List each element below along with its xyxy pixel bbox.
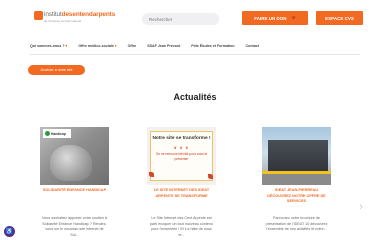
logo-mark-icon [34, 11, 43, 20]
accessibility-button[interactable]: ♿ [4, 226, 15, 237]
main-nav: Qui sommes-nous ? ▾ Offre médico-sociale ▾… [30, 42, 259, 50]
news-card[interactable]: Handicap SOLIDARITÉ ENFANCE HANDICAP Vou… [40, 127, 109, 240]
accessibility-icon: ♿ [5, 229, 14, 235]
nav-divider [30, 54, 360, 55]
nav-item-about[interactable]: Qui sommes-nous ? ▾ [30, 42, 67, 50]
chevron-down-icon: ▾ [65, 44, 68, 48]
logo-text: institutdesentendarpents [44, 11, 116, 18]
news-card-title[interactable]: LE SITE INTERNET DES IDEAT ARPENTS SE TR… [149, 188, 214, 199]
news-card-image[interactable]: Notre site se transforme ! ❦ ❦ ❦ On se r… [147, 127, 216, 185]
news-card-image[interactable]: Handicap [40, 127, 109, 185]
news-card[interactable]: Notre site se transforme ! ❦ ❦ ❦ On se r… [147, 127, 216, 240]
announcement-headline: Notre site se transforme ! [152, 136, 211, 141]
hands-photo [50, 145, 92, 181]
access-site-button[interactable]: Accéder à notre site [28, 65, 85, 75]
heart-icon: ♥ [291, 14, 296, 22]
news-card[interactable]: IDEAT JEAN-PIERREAU DÉCOUVREZ NOTRE OFFR… [262, 127, 331, 240]
news-card-title[interactable]: SOLIDARITÉ ENFANCE HANDICAP [42, 188, 107, 194]
nav-item-offer[interactable]: Offre [128, 42, 137, 50]
badge-logo-icon [45, 131, 50, 136]
building-photo [268, 140, 328, 174]
search-input[interactable] [142, 13, 219, 25]
leaf-icon [149, 172, 154, 177]
donate-button-label: FAIRE UN DON [254, 15, 287, 21]
news-card-excerpt: Le Site Internet des Cent Arpents est pa… [149, 216, 214, 238]
carousel-next-arrow-icon[interactable]: › [357, 200, 365, 214]
site-header: institutdesentendarpents de Toulouse à l… [0, 0, 390, 36]
logo-tagline: de Toulouse à l'international [44, 19, 82, 23]
chevron-down-icon: ▾ [114, 44, 117, 48]
nav-item-medico-social[interactable]: Offre médico-sociale ▾ [78, 42, 116, 50]
news-card-image[interactable] [262, 127, 331, 185]
handicap-badge: Handicap [43, 129, 71, 138]
announcement-subtext: On se retrouve bientôt pour vous le prés… [155, 152, 208, 161]
decorative-leaves-icon: ❦ ❦ ❦ [173, 146, 190, 150]
section-title: Actualités [173, 92, 217, 102]
nav-item-ssaf[interactable]: SSAF Jean Prévost [147, 42, 180, 50]
site-logo[interactable]: institutdesentendarpents de Toulouse à l… [34, 11, 130, 29]
announcement-frame: Notre site se transforme ! ❦ ❦ ❦ On se r… [150, 131, 213, 181]
nav-item-contact[interactable]: Contact [246, 42, 259, 50]
cvs-space-button[interactable]: ESPACE CVS [316, 11, 363, 25]
nav-item-studies[interactable]: Pôle Études et Formation [191, 42, 234, 50]
news-card-excerpt: Vous souhaitez apporter votre soutien à … [42, 216, 107, 238]
news-card-title[interactable]: IDEAT JEAN-PIERREAU DÉCOUVREZ NOTRE OFFR… [264, 188, 329, 205]
news-card-excerpt: Parcourez notre brochure de présentation… [265, 216, 328, 232]
ground [262, 174, 331, 185]
leaf-icon [208, 174, 213, 179]
donate-button[interactable]: FAIRE UN DON ♥ [242, 11, 308, 25]
